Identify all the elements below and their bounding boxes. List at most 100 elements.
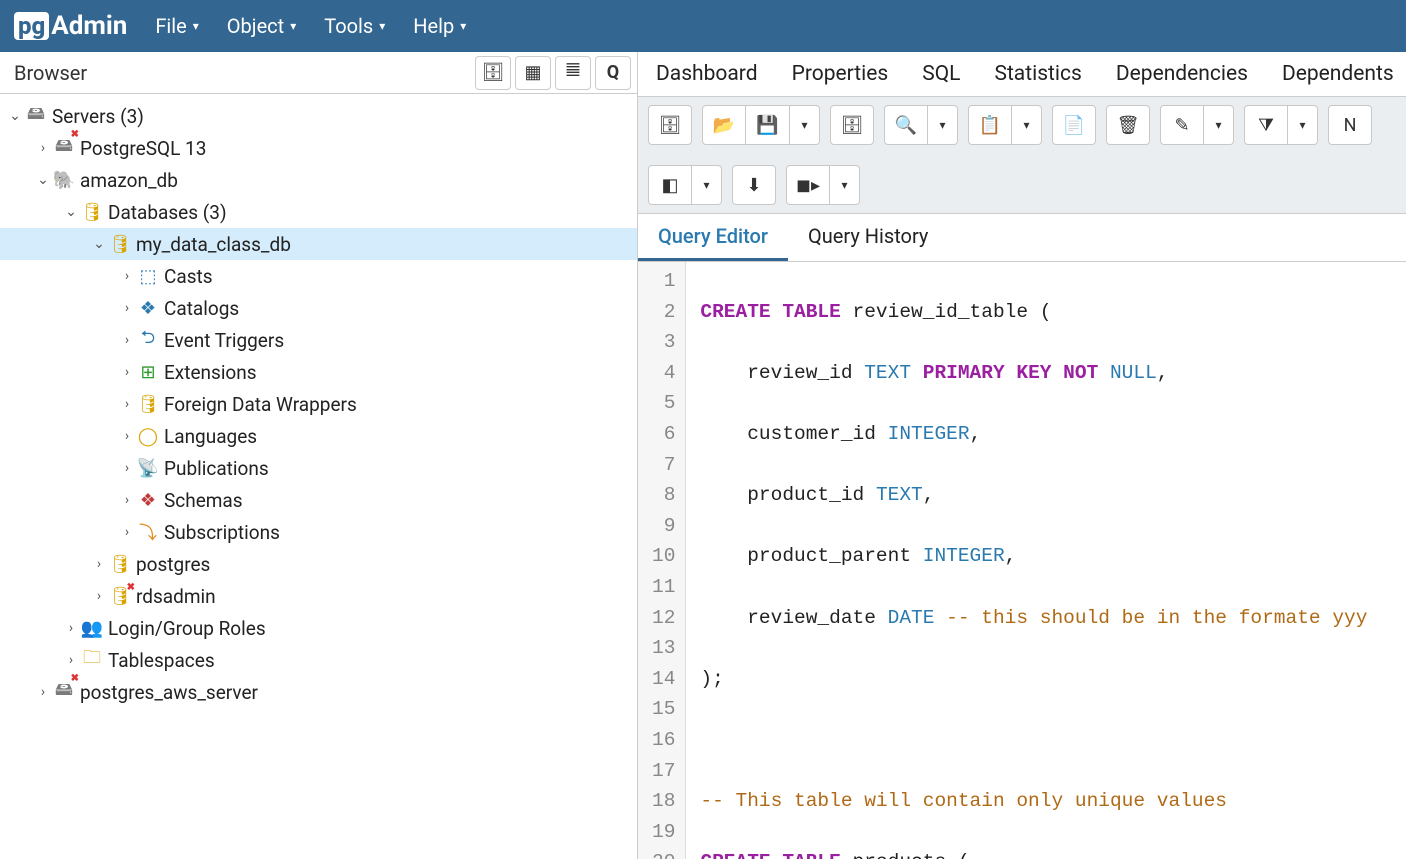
find-icon[interactable]: 🔍 (884, 105, 928, 145)
caret-right-icon: › (34, 684, 52, 700)
filter-dropdown[interactable]: ▾ (1288, 105, 1318, 145)
delete-icon[interactable]: 🗑 (1106, 105, 1150, 145)
menu-object[interactable]: Object▾ (227, 14, 296, 38)
chevron-down-icon: ▾ (290, 19, 296, 33)
tree-servers[interactable]: ⌄🖴Servers (3) (0, 100, 637, 132)
download-icon[interactable]: ⬇ (732, 165, 776, 205)
filter-rows-icon[interactable]: 𝍤 (555, 56, 591, 90)
subscriptions-icon: ⤵ (136, 519, 160, 545)
casts-icon: ⬚ (136, 266, 160, 287)
sql-editor[interactable]: 1234567891011121314151617181920 CREATE T… (638, 262, 1406, 859)
caret-right-icon: › (118, 396, 136, 412)
tree-postgres[interactable]: ›🛢postgres (0, 548, 637, 580)
tree-awsserver[interactable]: ›🖴postgres_aws_server (0, 676, 637, 708)
menu-help[interactable]: Help▾ (413, 14, 466, 38)
tree-loginroles[interactable]: ›👥Login/Group Roles (0, 612, 637, 644)
erase-dropdown[interactable]: ▾ (692, 165, 722, 205)
tab-query-history[interactable]: Query History (788, 214, 948, 261)
tree-catalogs[interactable]: ›❖Catalogs (0, 292, 637, 324)
erase-icon[interactable]: ◧ (648, 165, 692, 205)
event-triggers-icon: ⮌ (136, 325, 160, 355)
save-file-icon[interactable]: 💾 (746, 105, 790, 145)
tablespaces-icon: 🗀 (80, 645, 104, 675)
elephant-icon: 🐘 (52, 170, 76, 191)
copy-icon[interactable]: 📋 (968, 105, 1012, 145)
database-icon: 🛢 (108, 234, 132, 255)
tab-dependencies[interactable]: Dependencies (1116, 62, 1248, 86)
caret-right-icon: › (118, 428, 136, 444)
catalogs-icon: ❖ (136, 298, 160, 319)
edit-icon[interactable]: ✎ (1160, 105, 1204, 145)
database-icon: 🛢 (108, 554, 132, 575)
query-tool-icon[interactable]: 🗄 (475, 56, 511, 90)
tab-dependents[interactable]: Dependents (1282, 62, 1394, 86)
tree-extensions[interactable]: ›⊞Extensions (0, 356, 637, 388)
caret-down-icon: ⌄ (90, 236, 108, 252)
tab-query-editor[interactable]: Query Editor (638, 214, 788, 261)
menu-tools[interactable]: Tools▾ (324, 14, 385, 38)
query-tool-icon[interactable]: 🗄 (830, 105, 874, 145)
menubar: pgAdmin File▾ Object▾ Tools▾ Help▾ (0, 0, 1406, 52)
editor-tabs: Query Editor Query History (638, 214, 1406, 262)
tree-postgresql13[interactable]: ›🖴PostgreSQL 13 (0, 132, 637, 164)
save-dropdown[interactable]: ▾ (790, 105, 820, 145)
tree-publications[interactable]: ›📡Publications (0, 452, 637, 484)
tree-fdw[interactable]: ›🛢Foreign Data Wrappers (0, 388, 637, 420)
logo-badge: pg (14, 12, 49, 40)
macro-icon[interactable]: ◼▸ (786, 165, 830, 205)
connection-icon[interactable]: 🗄 (648, 105, 692, 145)
caret-right-icon: › (62, 620, 80, 636)
tree-casts[interactable]: ›⬚Casts (0, 260, 637, 292)
server-disconnected-icon: 🖴 (52, 133, 76, 163)
code-area[interactable]: CREATE TABLE review_id_table ( review_id… (686, 262, 1367, 859)
paste-icon[interactable]: 📄 (1052, 105, 1096, 145)
macro-dropdown[interactable]: ▾ (830, 165, 860, 205)
truncated-button[interactable]: N (1328, 105, 1372, 145)
caret-right-icon: › (34, 140, 52, 156)
copy-dropdown[interactable]: ▾ (1012, 105, 1042, 145)
caret-down-icon: ⌄ (34, 172, 52, 188)
tree-databases[interactable]: ⌄🛢Databases (3) (0, 196, 637, 228)
tree-amazondb[interactable]: ⌄🐘amazon_db (0, 164, 637, 196)
caret-right-icon: › (118, 268, 136, 284)
logo-text: Admin (51, 11, 127, 41)
caret-down-icon: ⌄ (6, 108, 24, 124)
tree-eventtriggers[interactable]: ›⮌Event Triggers (0, 324, 637, 356)
app-logo: pgAdmin (14, 11, 127, 41)
object-tree: ⌄🖴Servers (3) ›🖴PostgreSQL 13 ⌄🐘amazon_d… (0, 94, 637, 859)
browser-title: Browser (14, 61, 87, 85)
search-icon[interactable]: Q (595, 56, 631, 90)
languages-icon: ◯ (136, 426, 160, 447)
publications-icon: 📡 (136, 458, 160, 479)
tab-dashboard[interactable]: Dashboard (656, 62, 758, 86)
database-group-icon: 🛢 (80, 202, 104, 223)
edit-dropdown[interactable]: ▾ (1204, 105, 1234, 145)
tree-schemas[interactable]: ›❖Schemas (0, 484, 637, 516)
main-tabs: Dashboard Properties SQL Statistics Depe… (638, 52, 1406, 97)
caret-right-icon: › (90, 556, 108, 572)
browser-panel: Browser 🗄 ▦ 𝍤 Q ⌄🖴Servers (3) ›🖴PostgreS… (0, 52, 638, 859)
chevron-down-icon: ▾ (460, 19, 466, 33)
open-file-icon[interactable]: 📂 (702, 105, 746, 145)
tree-subscriptions[interactable]: ›⤵Subscriptions (0, 516, 637, 548)
tab-sql[interactable]: SQL (922, 62, 960, 86)
server-group-icon: 🖴 (24, 101, 48, 131)
tree-tablespaces[interactable]: ›🗀Tablespaces (0, 644, 637, 676)
caret-right-icon: › (118, 332, 136, 348)
chevron-down-icon: ▾ (193, 19, 199, 33)
find-dropdown[interactable]: ▾ (928, 105, 958, 145)
tab-properties[interactable]: Properties (792, 62, 889, 86)
caret-right-icon: › (62, 652, 80, 668)
browser-tools: 🗄 ▦ 𝍤 Q (475, 56, 631, 90)
tree-languages[interactable]: ›◯Languages (0, 420, 637, 452)
tab-statistics[interactable]: Statistics (994, 62, 1081, 86)
caret-down-icon: ⌄ (62, 204, 80, 220)
line-gutter: 1234567891011121314151617181920 (638, 262, 686, 859)
database-disconnected-icon: 🛢 (108, 586, 132, 607)
view-data-icon[interactable]: ▦ (515, 56, 551, 90)
menu-file[interactable]: File▾ (155, 14, 198, 38)
tree-mydb[interactable]: ⌄🛢my_data_class_db (0, 228, 637, 260)
caret-right-icon: › (118, 492, 136, 508)
filter-icon[interactable]: ⧩ (1244, 105, 1288, 145)
tree-rdsadmin[interactable]: ›🛢rdsadmin (0, 580, 637, 612)
